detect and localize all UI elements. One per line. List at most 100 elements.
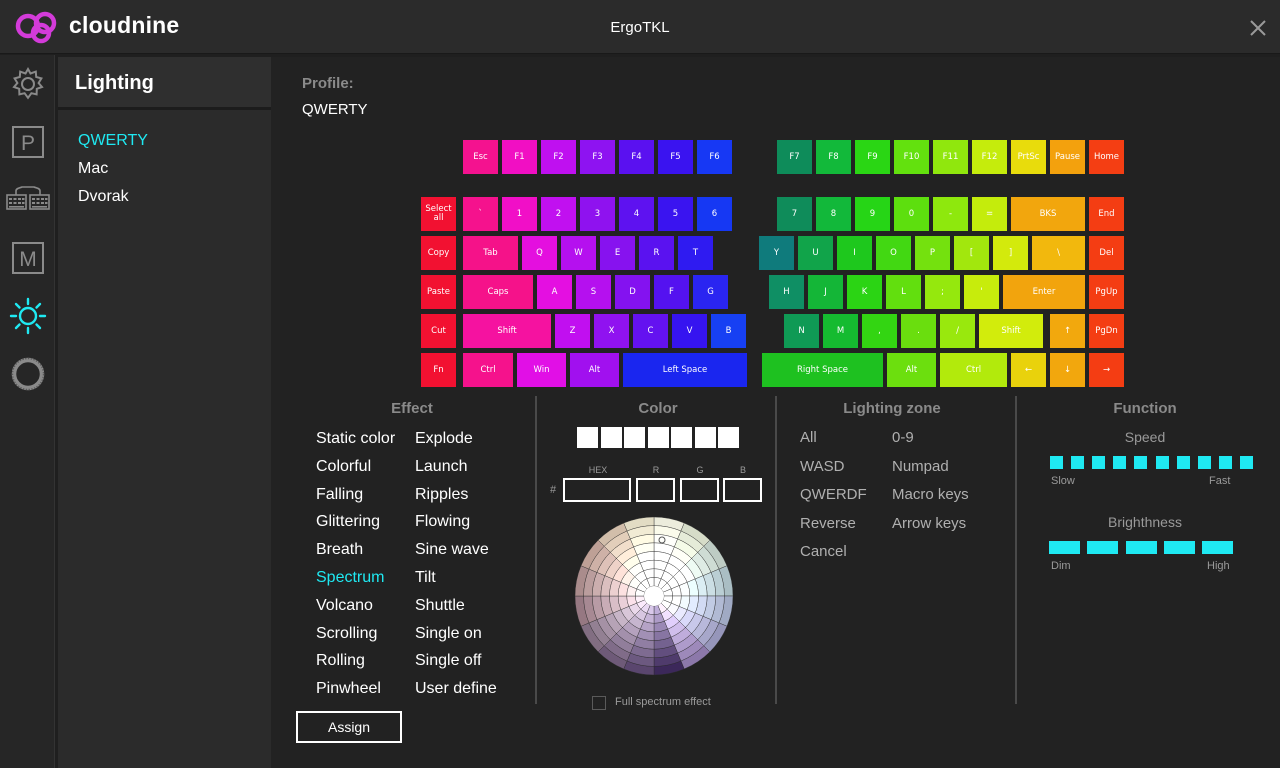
keyboard-key[interactable]: Right Space [762,353,883,387]
full-spectrum-checkbox[interactable] [592,696,606,710]
r-input[interactable] [636,478,675,502]
key-9[interactable]: F9 [855,140,890,174]
effect-option[interactable]: User define [415,680,497,698]
effect-option[interactable]: Single off [415,652,481,670]
macro-key[interactable]: Select all [421,197,456,231]
keyboard-key[interactable]: Enter [1003,275,1085,309]
keyboard-key[interactable]: 6 [697,197,732,231]
keyboard-key[interactable]: 5 [658,197,693,231]
keyboard-key[interactable]: Y [759,236,794,270]
color-swatch[interactable] [694,427,716,448]
effect-option[interactable]: Scrolling [316,625,377,643]
keyboard-key[interactable]: O [876,236,911,270]
effect-option[interactable]: Tilt [415,569,436,587]
effect-option[interactable]: Falling [316,486,363,504]
key-8[interactable]: F8 [816,140,851,174]
keyboard-key[interactable]: L [886,275,921,309]
keyboard-key[interactable]: / [940,314,975,348]
profile-item-dvorak[interactable]: Dvorak [78,188,129,206]
color-swatch[interactable] [718,427,739,448]
zone-option[interactable]: Numpad [892,458,949,475]
key-11[interactable]: F11 [933,140,968,174]
key-3[interactable]: F3 [580,140,615,174]
key-6[interactable]: F6 [697,140,732,174]
g-input[interactable] [680,478,719,502]
effect-option[interactable]: Static color [316,430,395,448]
keyboard-key[interactable]: Caps [463,275,533,309]
keyboard-key[interactable]: U [798,236,833,270]
keyboard-key[interactable]: BKS [1011,197,1085,231]
keyboard-key[interactable]: ] [993,236,1028,270]
keyboard-key[interactable]: 1 [502,197,537,231]
keyboard-key[interactable]: Shift [463,314,551,348]
brightness-segment[interactable] [1087,541,1119,554]
speed-segment[interactable] [1113,456,1127,469]
zone-option[interactable]: Macro keys [892,486,969,503]
effect-option[interactable]: Volcano [316,597,373,615]
key-10[interactable]: F10 [894,140,929,174]
keyboard-key[interactable]: A [537,275,572,309]
key-7[interactable]: F7 [777,140,812,174]
color-swatch[interactable] [671,427,692,448]
keyboard-key[interactable]: Shift [979,314,1043,348]
keyboard-key[interactable]: ' [964,275,999,309]
zone-option[interactable]: QWERDF [800,486,867,503]
keyboard-key[interactable]: 9 [855,197,890,231]
color-swatch[interactable] [624,427,645,448]
keyboard-key[interactable]: \ [1032,236,1085,270]
keyboard-key[interactable]: Alt [887,353,936,387]
keyboard-key[interactable]: Ctrl [940,353,1007,387]
keyboard-key[interactable]: K [847,275,882,309]
effect-option[interactable]: Single on [415,625,482,643]
keyboard-key[interactable]: 7 [777,197,812,231]
keyboard-key[interactable]: N [784,314,819,348]
keyboard-key[interactable]: F [654,275,689,309]
close-icon[interactable] [1247,17,1269,39]
keyboard-key[interactable]: Win [517,353,566,387]
zone-option[interactable]: WASD [800,458,844,475]
key-2[interactable]: F2 [541,140,576,174]
brightness-segment[interactable] [1163,541,1195,554]
keyboard-key[interactable]: G [693,275,728,309]
speed-segment[interactable] [1092,456,1106,469]
keyboard-key[interactable]: M [823,314,858,348]
rail-settings-button[interactable] [7,63,49,105]
zone-option[interactable]: 0-9 [892,429,914,446]
speed-segment[interactable] [1239,456,1253,469]
keyboard-key[interactable]: S [576,275,611,309]
effect-option[interactable]: Glittering [316,513,380,531]
keyboard-key[interactable]: Alt [570,353,619,387]
keyboard-key[interactable]: [ [954,236,989,270]
keyboard-key[interactable]: ← [1011,353,1046,387]
color-swatch[interactable] [577,427,598,448]
keyboard-key[interactable]: C [633,314,668,348]
rail-macro-button[interactable]: M [7,237,49,279]
assign-button[interactable]: Assign [296,711,402,743]
keyboard-key[interactable]: H [769,275,804,309]
keyboard-key[interactable]: → [1089,353,1124,387]
effect-option[interactable]: Flowing [415,513,470,531]
keyboard-key[interactable]: Z [555,314,590,348]
speed-segment[interactable] [1176,456,1190,469]
keyboard-key[interactable]: ↓ [1050,353,1085,387]
effect-option[interactable]: Launch [415,458,468,476]
key-1[interactable]: F1 [502,140,537,174]
effect-option[interactable]: Sine wave [415,541,489,559]
hex-input[interactable] [563,478,631,502]
keyboard-key[interactable]: PgUp [1089,275,1124,309]
key-13[interactable]: PrtSc [1011,140,1046,174]
keyboard-key[interactable]: X [594,314,629,348]
zone-option[interactable]: Cancel [800,543,847,560]
effect-option[interactable]: Rolling [316,652,365,670]
keyboard-key[interactable]: Ctrl [463,353,513,387]
brightness-segment[interactable] [1125,541,1157,554]
keyboard-key[interactable]: . [901,314,936,348]
effect-option[interactable]: Colorful [316,458,371,476]
keyboard-key[interactable]: V [672,314,707,348]
keyboard-key[interactable]: 3 [580,197,615,231]
speed-segment[interactable] [1050,456,1063,469]
keyboard-key[interactable]: , [862,314,897,348]
keyboard-key[interactable]: 0 [894,197,929,231]
zone-option[interactable]: Reverse [800,515,856,532]
effect-option[interactable]: Breath [316,541,363,559]
